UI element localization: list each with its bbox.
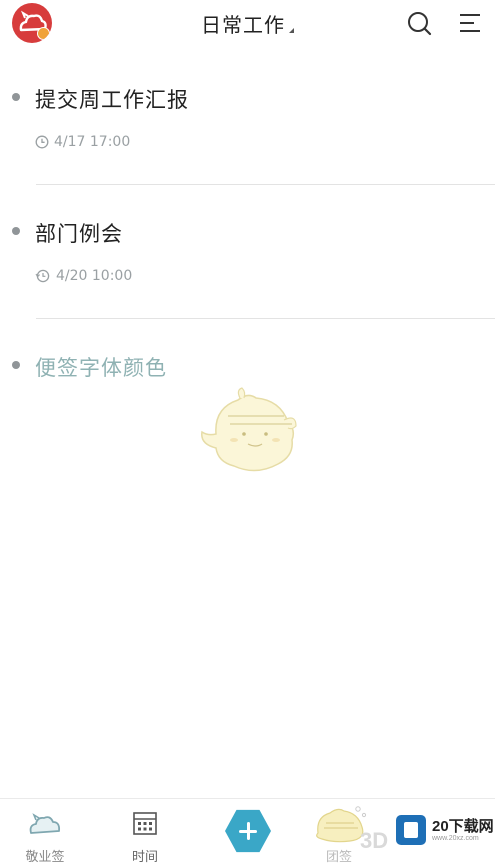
- mascot-illustration: [196, 386, 300, 476]
- repeat-clock-icon: [35, 269, 50, 283]
- watermark-logo-icon: [396, 815, 426, 845]
- bullet-dot: [12, 361, 20, 369]
- tab-label: 时间: [131, 850, 158, 865]
- dropdown-caret-icon[interactable]: [289, 28, 294, 33]
- list-item[interactable]: 提交周工作汇报 4/17 17:00: [0, 76, 495, 186]
- tab-time[interactable]: 时间: [100, 799, 190, 865]
- mascot-icon: [201, 387, 297, 472]
- search-button[interactable]: [406, 10, 432, 36]
- note-text: 便签字体颜色: [35, 356, 167, 380]
- add-button[interactable]: [225, 809, 271, 853]
- bullet-dot: [12, 227, 20, 235]
- divider: [36, 318, 495, 319]
- note-time: 4/20 10:00: [35, 268, 132, 284]
- watermark-3d: 3D: [360, 828, 389, 853]
- bullet-dot: [12, 93, 20, 101]
- top-bar: 日常工作: [0, 0, 495, 46]
- list-item[interactable]: 部门例会 4/20 10:00: [0, 210, 495, 320]
- search-icon: [408, 12, 432, 36]
- menu-button[interactable]: [457, 10, 483, 36]
- add-icon-stroke: [246, 822, 250, 840]
- tab-label: 敬业签: [25, 850, 65, 865]
- watermark-sub: www.20xz.com: [432, 835, 479, 842]
- tab-jingye[interactable]: 敬业签: [0, 799, 90, 865]
- note-time-text: 4/20 10:00: [56, 268, 133, 284]
- note-text: 部门例会: [35, 222, 123, 246]
- page-title[interactable]: 日常工作: [201, 13, 285, 37]
- menu-icon: [460, 14, 480, 32]
- watermark: 20下载网 www.20xz.com: [396, 812, 495, 852]
- note-text: 提交周工作汇报: [35, 88, 189, 112]
- watermark-text: 20下载网: [432, 818, 494, 835]
- clock-icon: [35, 135, 49, 149]
- note-time-text: 4/17 17:00: [54, 134, 131, 150]
- cloud-icon: [29, 813, 61, 834]
- divider: [36, 184, 495, 185]
- note-time: 4/17 17:00: [35, 134, 130, 150]
- calendar-icon: [133, 812, 157, 835]
